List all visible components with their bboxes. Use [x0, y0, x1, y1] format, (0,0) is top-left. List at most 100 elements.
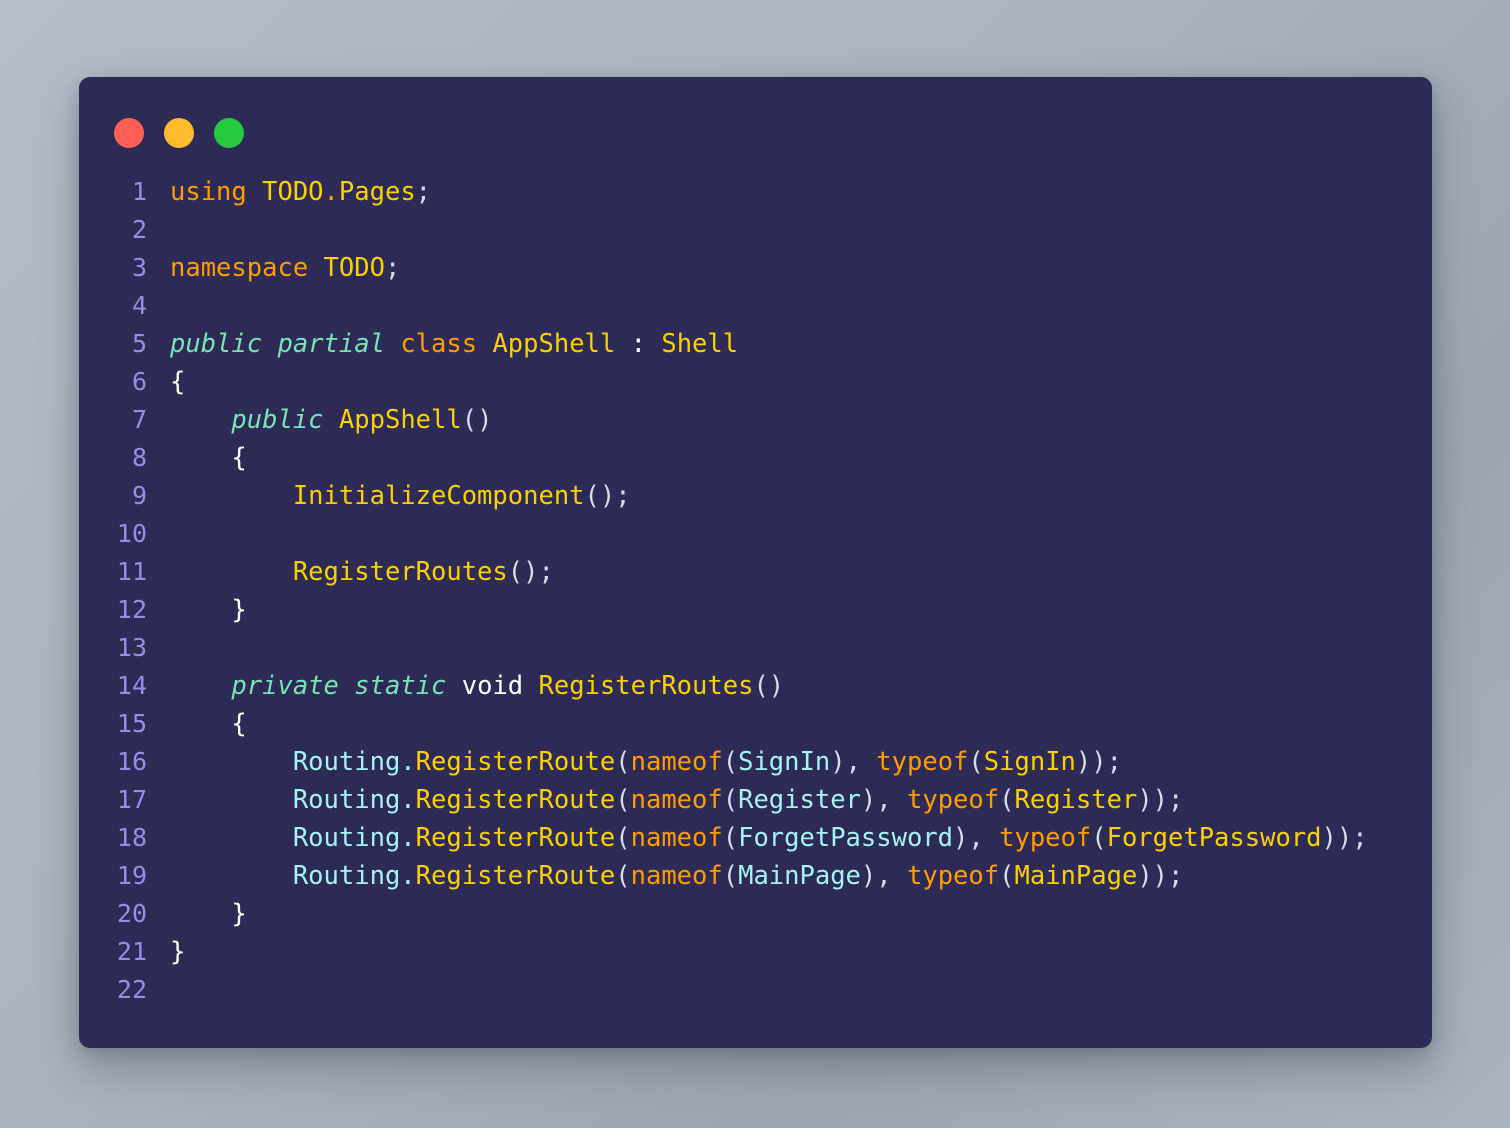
code-editor[interactable]: 1 using TODO.Pages; 2 3 namespace TODO; …: [79, 173, 1432, 1048]
token-dot: .: [400, 747, 416, 777]
token-paren-close: ): [1336, 823, 1353, 853]
token-paren-open: (: [1091, 823, 1107, 853]
code-line: 3 namespace TODO;: [79, 249, 1432, 287]
token-paren-open: (: [615, 823, 631, 853]
token-paren-open: (: [968, 747, 984, 777]
line-number: 21: [116, 937, 147, 966]
line-content: public partial class AppShell : Shell: [147, 325, 1432, 363]
token-typeof: typeof: [907, 861, 1000, 891]
token-method: RegisterRoutes: [292, 557, 508, 587]
code-line: 6 {: [79, 363, 1432, 401]
token-modifier: public: [170, 329, 263, 359]
code-line: 20 }: [79, 895, 1432, 933]
token-modifier: public: [231, 405, 324, 435]
token-nameof-arg: SignIn: [738, 747, 831, 777]
token-dot: .: [400, 823, 416, 853]
token-paren-close: ): [1137, 785, 1153, 815]
code-line: 19 Routing.RegisterRoute(nameof(MainPage…: [79, 857, 1432, 895]
token-paren-close: ): [1321, 823, 1337, 853]
line-number: 7: [131, 405, 147, 434]
code-window: 1 using TODO.Pages; 2 3 namespace TODO; …: [79, 77, 1432, 1048]
token-brace: {: [170, 367, 186, 397]
token-returntype: void: [461, 671, 524, 701]
close-button[interactable]: [114, 118, 144, 148]
line-content: public AppShell(): [147, 401, 1432, 439]
token-nameof: nameof: [630, 785, 723, 815]
token-dot: .: [400, 861, 416, 891]
token-typeof-arg: SignIn: [983, 747, 1076, 777]
token-object: Routing: [292, 861, 401, 891]
token-typeof-arg: ForgetPassword: [1106, 823, 1322, 853]
token-comma: ,: [845, 747, 877, 777]
code-line: 2: [79, 211, 1432, 249]
maximize-button[interactable]: [214, 118, 244, 148]
token-modifier: private: [231, 671, 339, 701]
token-nameof-arg: ForgetPassword: [738, 823, 954, 853]
line-number: 1: [131, 177, 147, 206]
token-paren-open: (: [615, 785, 631, 815]
code-line: 18 Routing.RegisterRoute(nameof(ForgetPa…: [79, 819, 1432, 857]
line-number: 3: [131, 253, 147, 282]
token-dot: .: [400, 785, 416, 815]
token-namespace: TODO: [262, 177, 324, 207]
token-paren-open: (: [615, 747, 631, 777]
token-paren-close: ): [830, 747, 846, 777]
token-brace: {: [231, 709, 247, 739]
code-line: 12 }: [79, 591, 1432, 629]
token-comma: ,: [876, 861, 907, 891]
token-paren-close: ): [860, 785, 877, 815]
token-nameof: nameof: [630, 823, 723, 853]
line-number: 2: [131, 215, 147, 244]
line-content: using TODO.Pages;: [147, 173, 1432, 211]
token-semicolon: ;: [615, 481, 631, 511]
token-paren-open: (: [722, 823, 739, 853]
code-line: 22: [79, 971, 1432, 1009]
code-line: 15 {: [79, 705, 1432, 743]
token-paren-open: (: [999, 785, 1015, 815]
token-typeof-arg: MainPage: [1014, 861, 1138, 891]
token-nameof: nameof: [630, 747, 723, 777]
line-content: RegisterRoutes();: [147, 553, 1432, 591]
token-object: Routing: [292, 785, 401, 815]
code-line: 5 public partial class AppShell : Shell: [79, 325, 1432, 363]
token-comma: ,: [876, 785, 907, 815]
token-paren-open: (: [615, 861, 631, 891]
code-line: 17 Routing.RegisterRoute(nameof(Register…: [79, 781, 1432, 819]
token-method: RegisterRoute: [415, 785, 616, 815]
minimize-button[interactable]: [164, 118, 194, 148]
code-line: 8 {: [79, 439, 1432, 477]
token-classname: AppShell: [492, 329, 616, 359]
line-content: {: [147, 363, 1432, 401]
line-content: InitializeComponent();: [147, 477, 1432, 515]
token-parens: (): [461, 405, 493, 435]
token-keyword: using: [170, 177, 247, 207]
token-typeof: typeof: [907, 785, 1000, 815]
token-brace: }: [170, 937, 186, 967]
token-semicolon: ;: [1106, 747, 1122, 777]
line-content: Routing.RegisterRoute(nameof(MainPage), …: [147, 857, 1432, 895]
token-method: RegisterRoute: [415, 823, 616, 853]
line-content: Routing.RegisterRoute(nameof(SignIn), ty…: [147, 743, 1432, 781]
line-content: {: [147, 439, 1432, 477]
token-object: Routing: [292, 747, 401, 777]
line-number: 6: [131, 367, 147, 396]
token-brace: }: [231, 595, 247, 625]
line-number: 17: [116, 785, 147, 814]
screenshot-root: 1 using TODO.Pages; 2 3 namespace TODO; …: [0, 0, 1510, 1128]
token-paren-open: (: [722, 747, 739, 777]
token-nameof: nameof: [630, 861, 723, 891]
line-number: 5: [131, 329, 147, 358]
code-line: 16 Routing.RegisterRoute(nameof(SignIn),…: [79, 743, 1432, 781]
